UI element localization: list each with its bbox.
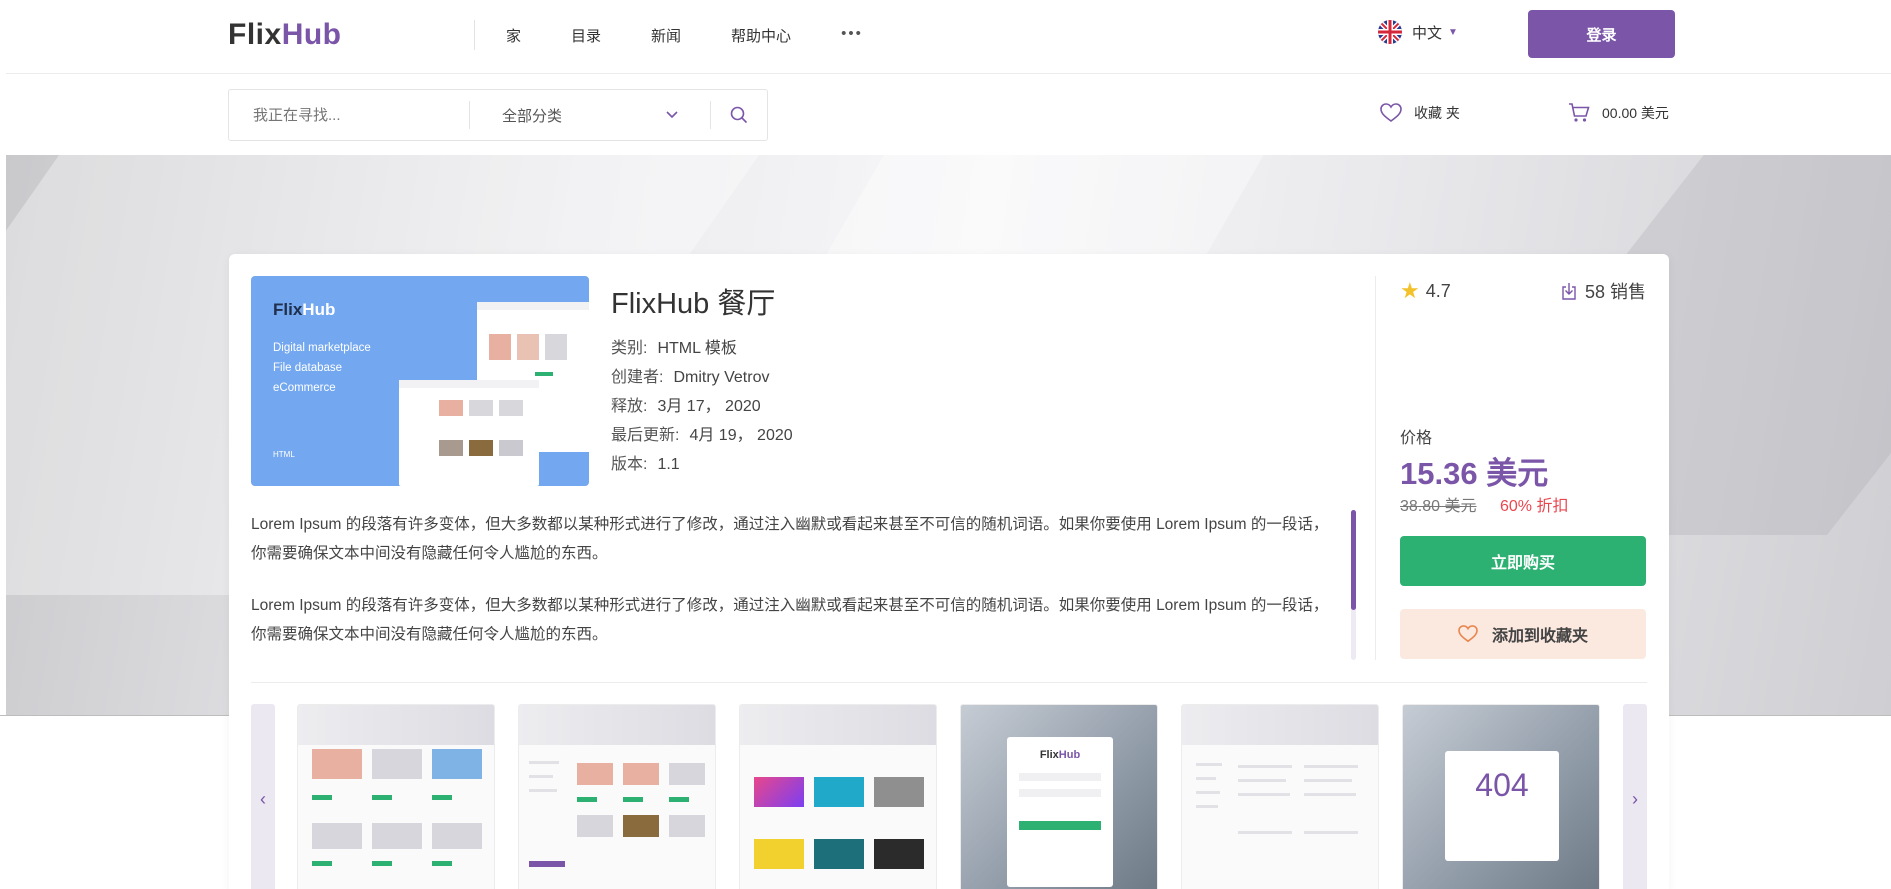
buy-now-button[interactable]: 立即购买 [1400, 536, 1646, 586]
more-menu-icon[interactable]: ••• [841, 25, 863, 46]
product-title: FlixHub 餐厅 [611, 288, 776, 320]
login-mock-brand: FlixHub [1039, 749, 1081, 761]
description-paragraph: Lorem Ipsum 的段落有许多变体，但大多数都以某种形式进行了修改，通过注… [251, 516, 1329, 562]
thumbnail-footer: HTML [273, 450, 295, 459]
cart-link[interactable]: 00.00 美元 [1568, 103, 1669, 123]
search-button[interactable] [711, 106, 767, 124]
description-paragraph: Lorem Ipsum 的段落有许多变体，但大多数都以某种形式进行了修改，通过注… [251, 597, 1329, 643]
category-select[interactable]: 全部分类 [470, 105, 710, 126]
gallery-screenshot[interactable] [297, 704, 495, 889]
error-404-text: 404 [1445, 751, 1559, 861]
nav-divider [474, 20, 475, 50]
thumbnail-mock-screen [399, 380, 539, 486]
old-price: 38.80 美元 [1400, 498, 1477, 515]
thumbnail-line: eCommerce [273, 382, 336, 394]
gallery-screenshot[interactable] [518, 704, 716, 889]
scrollbar-thumb[interactable] [1351, 510, 1356, 610]
main-nav: 家 目录 新闻 帮助中心 ••• [506, 25, 863, 46]
rating-value: 4.7 [1425, 280, 1451, 301]
price-label: 价格 [1400, 430, 1433, 447]
product-sales: 58 销售 [1561, 278, 1646, 304]
description-scrollbar[interactable] [1351, 510, 1356, 660]
nav-home[interactable]: 家 [506, 25, 521, 46]
thumbnail-line: File database [273, 362, 343, 374]
wishlist-label: 添加到收藏夹 [1491, 628, 1588, 645]
gallery-screenshot[interactable] [1181, 704, 1379, 889]
product-card: FlixHub Digital marketplace File databas… [229, 254, 1669, 889]
sales-count: 58 销售 [1584, 282, 1646, 302]
nav-help-center[interactable]: 帮助中心 [731, 25, 791, 46]
star-icon: ★ [1400, 278, 1420, 303]
language-selector[interactable]: 中文 ▼ [1378, 20, 1458, 44]
category-select-value: 全部分类 [502, 107, 563, 125]
search-icon [730, 106, 748, 124]
sidebar-divider [1375, 276, 1376, 660]
meta-category: 类别: HTML 模板 [611, 340, 737, 357]
thumbnail-brand: FlixHub [273, 300, 336, 319]
discount-badge: 60% 折扣 [1500, 498, 1569, 515]
heart-icon [1458, 625, 1478, 643]
cart-icon [1569, 103, 1590, 122]
thumbnail-line: Digital marketplace [273, 342, 371, 354]
meta-last-update: 最后更新: 4月 19， 2020 [611, 427, 793, 444]
download-icon [1562, 283, 1576, 300]
gallery-prev-button[interactable]: ‹ [251, 704, 275, 889]
language-label: 中文 [1412, 24, 1443, 42]
product-description: Lorem Ipsum 的段落有许多变体，但大多数都以某种形式进行了修改，通过注… [251, 510, 1341, 672]
meta-author: 创建者: Dmitry Vetrov [611, 369, 770, 386]
nav-news[interactable]: 新闻 [651, 25, 681, 46]
gallery-divider [251, 682, 1647, 683]
search-input[interactable] [229, 90, 469, 140]
nav-catalog[interactable]: 目录 [571, 25, 601, 46]
caret-down-icon: ▼ [1448, 26, 1458, 38]
chevron-right-icon: › [1632, 788, 1638, 809]
product-meta: 类别: HTML 模板 创建者: Dmitry Vetrov 释放: 3月 17， 2… [611, 334, 793, 479]
gallery-screenshot-404[interactable]: 404 [1402, 704, 1600, 889]
cart-total: 00.00 美元 [1602, 105, 1669, 121]
favorites-link[interactable]: 收藏 夹 [1380, 103, 1460, 123]
login-button[interactable]: 登录 [1528, 10, 1675, 58]
search-bar-row: 全部分类 收藏 夹 00.00 美元 [6, 75, 1891, 155]
uk-flag-icon [1378, 20, 1402, 44]
add-to-wishlist-button[interactable]: 添加到收藏夹 [1400, 609, 1646, 659]
product-rating: ★ 4.7 [1400, 278, 1451, 304]
favorites-label: 收藏 夹 [1414, 105, 1460, 121]
heart-icon [1380, 103, 1402, 122]
chevron-down-icon [666, 111, 678, 119]
gallery-screenshot-login[interactable]: FlixHub [960, 704, 1158, 889]
price-value: 15.36 美元 [1400, 456, 1549, 491]
gallery-screenshot[interactable] [739, 704, 937, 889]
meta-version: 版本: 1.1 [611, 456, 680, 473]
product-thumbnail[interactable]: FlixHub Digital marketplace File databas… [251, 276, 589, 486]
chevron-left-icon: ‹ [260, 788, 266, 809]
top-navbar: FlixHub 家 目录 新闻 帮助中心 ••• 中文 ▼ 登录 [6, 0, 1891, 74]
gallery-next-button[interactable]: › [1623, 704, 1647, 889]
meta-release: 释放: 3月 17， 2020 [611, 398, 761, 415]
search-form: 全部分类 [228, 89, 768, 141]
logo[interactable]: FlixHub [228, 18, 342, 52]
